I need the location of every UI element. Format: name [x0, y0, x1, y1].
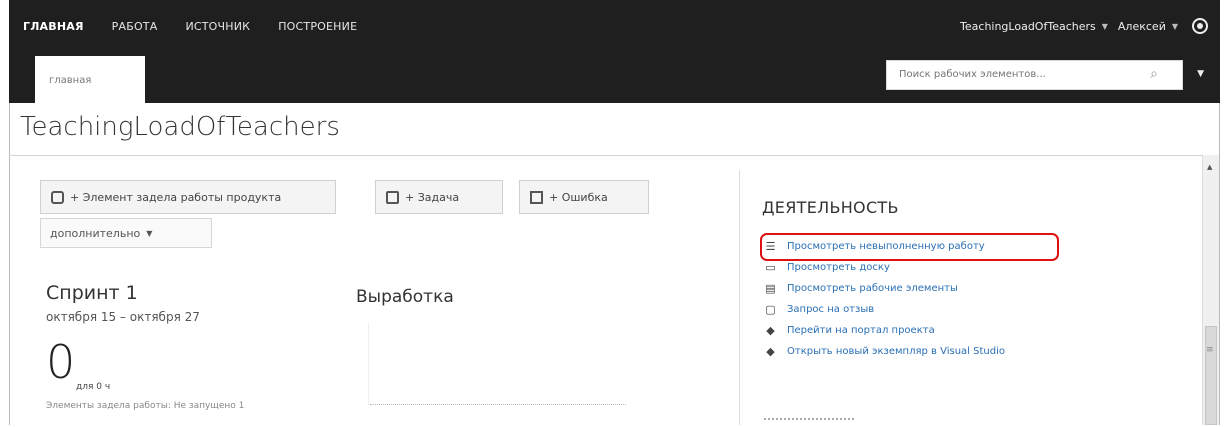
chevron-down-icon[interactable]: ▼ [1197, 69, 1204, 79]
sprint-remaining: 0 [46, 335, 76, 389]
work-items-icon: ▤ [765, 281, 776, 295]
burndown-title: Выработка [356, 287, 454, 307]
section-cut-off [764, 418, 854, 427]
highlight-annotation [760, 233, 1059, 261]
activity-link-label: Просмотреть рабочие элементы [787, 283, 958, 294]
activity-link-visual-studio[interactable]: ◆ Открыть новый экземпляр в Visual Studi… [764, 341, 1005, 362]
more-label: дополнительно [50, 226, 141, 240]
portal-icon: ◆ [766, 323, 775, 337]
panel-divider [739, 170, 740, 425]
add-backlog-item-label: + Элемент задела работы продукта [70, 190, 282, 204]
bug-icon [530, 190, 543, 204]
activity-link-label: Перейти на портал проекта [787, 325, 935, 336]
activity-heading: ДЕЯТЕЛЬНОСТЬ [762, 198, 899, 217]
add-bug-button[interactable]: + Ошибка [519, 180, 649, 214]
task-icon [386, 190, 399, 204]
feedback-icon [51, 190, 64, 204]
nav-home[interactable]: ГЛАВНАЯ [23, 20, 84, 33]
activity-link-feedback[interactable]: ▢ Запрос на отзыв [764, 299, 1005, 320]
tab-home-label: главная [49, 75, 92, 86]
board-icon: ▭ [765, 260, 776, 274]
nav-work[interactable]: РАБОТА [112, 20, 158, 33]
sprint-for-days: для 0 ч [76, 382, 111, 392]
add-task-button[interactable]: + Задача [375, 180, 503, 214]
nav-build[interactable]: ПОСТРОЕНИЕ [278, 20, 357, 33]
tab-home[interactable]: главная [35, 56, 145, 103]
activity-link-label: Открыть новый экземпляр в Visual Studio [787, 346, 1005, 357]
visual-studio-icon: ◆ [766, 344, 775, 358]
scroll-thumb[interactable] [1205, 326, 1217, 425]
more-dropdown[interactable]: дополнительно ▼ [40, 218, 212, 248]
burndown-chart[interactable] [370, 404, 626, 405]
activity-link-work-items[interactable]: ▤ Просмотреть рабочие элементы [764, 278, 1005, 299]
gear-icon[interactable] [1192, 18, 1208, 34]
project-selector[interactable]: TeachingLoadOfTeachers [960, 20, 1096, 33]
add-task-label: + Задача [405, 190, 460, 204]
search-box: ⌕ ▼ [886, 60, 1204, 90]
add-backlog-item-button[interactable]: + Элемент задела работы продукта [40, 180, 336, 214]
activity-link-label: Запрос на отзыв [787, 304, 875, 315]
search-input[interactable] [897, 68, 1121, 81]
chevron-down-icon[interactable]: ▼ [1102, 22, 1108, 31]
chevron-down-icon: ▼ [146, 228, 153, 238]
divider [9, 155, 1202, 156]
top-nav: ГЛАВНАЯ РАБОТА ИСТОЧНИК ПОСТРОЕНИЕ [23, 20, 385, 33]
nav-code[interactable]: ИСТОЧНИК [185, 20, 250, 33]
top-right: TeachingLoadOfTeachers ▼ Алексей ▼ [960, 18, 1208, 34]
activity-link-label: Просмотреть доску [787, 262, 890, 273]
add-bug-label: + Ошибка [549, 190, 608, 204]
user-menu[interactable]: Алексей [1118, 20, 1166, 33]
scroll-up-icon[interactable]: ▲ [1207, 163, 1212, 171]
top-bar: ГЛАВНАЯ РАБОТА ИСТОЧНИК ПОСТРОЕНИЕ Teach… [9, 0, 1220, 103]
scrollbar[interactable]: ▲ ≡ [1202, 155, 1219, 425]
activity-link-portal[interactable]: ◆ Перейти на портал проекта [764, 320, 1005, 341]
sprint-title[interactable]: Спринт 1 [46, 282, 138, 304]
request-icon: ▢ [765, 302, 776, 316]
page-title: TeachingLoadOfTeachers [20, 112, 340, 142]
grip-icon: ≡ [1206, 345, 1214, 355]
burndown-axis [368, 323, 369, 405]
sprint-items-note[interactable]: Элементы задела работы: Не запущено 1 [46, 401, 244, 411]
sprint-dates: октября 15 – октября 27 [46, 310, 200, 324]
search-icon[interactable]: ⌕ [1150, 66, 1158, 82]
chevron-down-icon[interactable]: ▼ [1172, 22, 1178, 31]
